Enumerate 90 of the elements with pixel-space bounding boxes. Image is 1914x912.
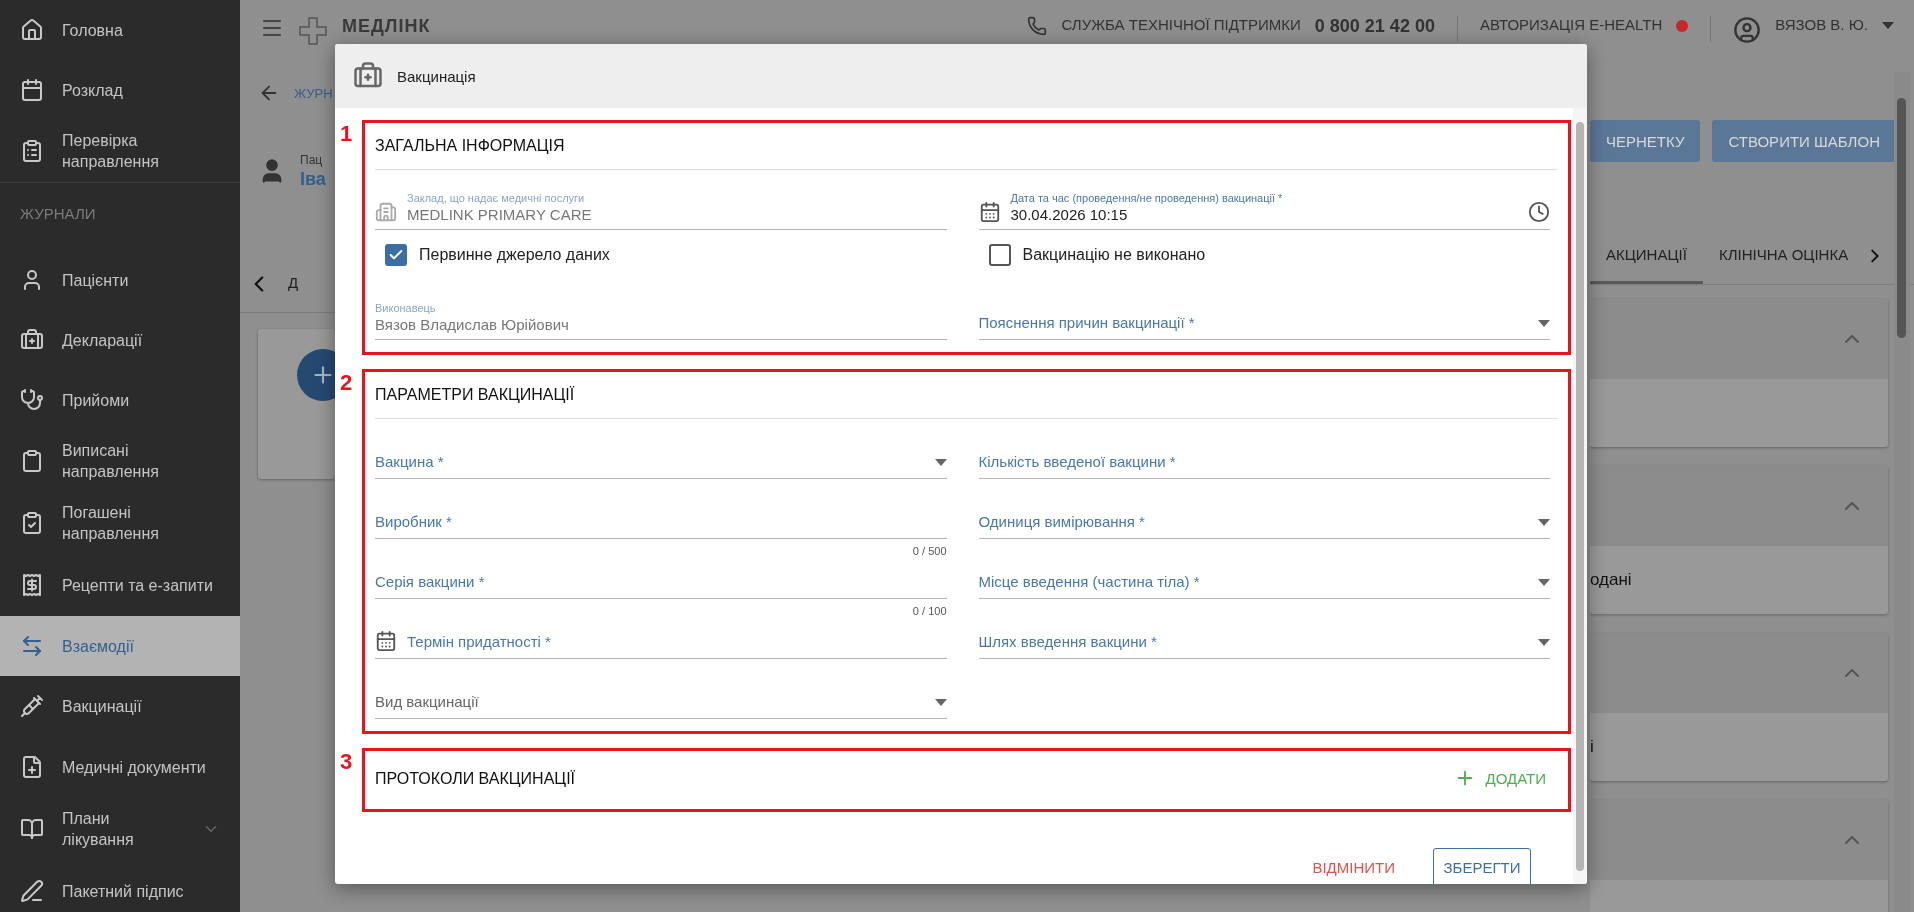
support-phone: 0 800 21 42 00 [1314,16,1435,37]
section-title: ЗАГАЛЬНА ІНФОРМАЦІЯ [375,123,1558,170]
select-field[interactable]: Вакцина * [375,439,947,479]
clock-icon[interactable] [1528,201,1550,223]
checkbox-label: Первинне джерело даних [419,246,610,264]
logo: МЕДЛІНК [342,16,431,37]
stethoscope-icon [20,388,44,412]
clipboard-icon [20,449,44,473]
cancel-button[interactable]: ВІДМІНИТИ [1304,849,1403,884]
input-field[interactable]: Виробник * [375,499,947,539]
section-number: 1 [340,121,353,147]
patient-name: Іва [300,168,327,190]
patient-label: Пац [300,152,324,167]
calendar-icon [978,201,1001,223]
field-label: Виконавець [375,302,437,314]
dropdown-arrow-icon [934,459,947,466]
field-value: Вязов Владислав Юрійович [375,316,570,333]
background-button[interactable]: ЧЕРНЕТКУ [1590,120,1701,162]
field-value: MEDLINK PRIMARY CARE [407,206,593,223]
dropdown-arrow-icon [1538,519,1550,526]
field-label: Заклад, що надає медичні послуги [407,192,586,204]
field-label: Дата та час (проведення/не проведення) вакцинації * [1010,192,1284,204]
avatar-icon[interactable] [1733,16,1762,44]
medical-case-icon [20,328,44,352]
caret-icon[interactable] [1882,22,1894,29]
sidebar-item[interactable]: Розклад [0,60,240,120]
input-field[interactable]: Серія вакцини * [375,559,947,599]
card-text: одані [1590,570,1632,590]
syringe-icon [20,694,44,718]
section-number: 2 [340,370,353,396]
select-field[interactable]: Шлях введення вакцини * [978,619,1550,659]
arrows-icon [20,634,44,658]
character-counter: 0 / 500 [912,545,947,557]
book-icon [20,817,44,841]
sidebar-item[interactable]: Декларації [0,310,240,370]
section-title: ПРОТОКОЛИ ВАКЦИНАЦІЇ [375,769,576,788]
sidebar-item[interactable]: Головна [0,0,240,60]
background-button[interactable]: СТВОРИТИ ШАБЛОН [1712,120,1896,162]
logo-icon [298,16,328,46]
user-menu[interactable]: ВЯЗОВ В. Ю. [1775,16,1868,33]
building-icon [375,201,397,223]
receipt-icon [20,573,44,597]
sidebar-item[interactable]: Медичні документи [0,736,240,798]
document-plus-icon [20,755,44,779]
sidebar-item[interactable]: Виписані направлення [0,430,240,492]
sidebar-item[interactable]: Вакцинації [0,676,240,736]
sidebar-item[interactable]: Погашені направлення [0,492,240,554]
checkbox-label: Вакцинацію не виконано [1022,246,1206,264]
sidebar-item[interactable]: Рецепти та е-запити [0,554,240,616]
save-button[interactable]: ЗБЕРЕГТИ [1433,848,1531,884]
tab[interactable]: КЛІНІЧНА ОЦІНКА [1702,228,1865,284]
dropdown-arrow-icon [1538,639,1550,646]
clipboard-icon [20,139,44,163]
card-text: і [1590,737,1594,757]
calendar-icon [20,78,44,102]
ehealth-status: АВТОРИЗАЦІЯ E-HEALTH [1479,16,1663,33]
sidebar-item[interactable]: Прийоми [0,370,240,430]
checkbox[interactable]: Первинне джерело даних [375,230,947,280]
tab[interactable]: АКЦИНАЦІЇ [1590,228,1703,284]
date-field[interactable]: Термін придатності * [375,619,947,659]
select-field[interactable]: Пояснення причин вакцинації * [978,300,1550,340]
character-counter: 0 / 100 [912,605,947,617]
pen-icon [20,879,44,903]
dropdown-arrow-icon [1538,320,1550,327]
support-label: СЛУЖБА ТЕХНІЧНОЇ ПІДТРИМКИ [1061,16,1301,33]
sidebar-item[interactable]: Взаємодії [0,616,240,676]
sidebar-item[interactable]: Перевірка направлення [0,120,240,182]
clipboard-check-icon [20,511,44,535]
home-icon [20,18,44,42]
section-title: ПАРАМЕТРИ ВАКЦИНАЦІЇ [375,372,1558,419]
select-field[interactable]: Місце введення (частина тіла) * [978,559,1550,599]
select-field[interactable]: Одиниця вимірювання * [978,499,1550,539]
dialog-title: Вакцинація [397,67,476,85]
section-heading: ЖУРНАЛИ [0,182,240,250]
section-number: 3 [340,749,353,775]
checkbox[interactable]: Вакцинацію не виконано [978,230,1550,280]
phone-icon [1027,16,1048,36]
select-field[interactable]: Вид вакцинації [375,679,947,719]
tab[interactable]: Д [272,256,315,312]
sidebar-item[interactable]: Пакетний підпис [0,860,240,912]
checkbox-checked-icon [385,244,407,266]
sidebar-item[interactable]: Плани лікування [0,798,240,860]
input-field[interactable]: Кількість введеної вакцини * [978,439,1550,479]
checkbox-empty-icon [988,244,1011,266]
field-value: 30.04.2026 10:15 [1010,206,1129,223]
sidebar-item[interactable]: Пацієнти [0,250,240,310]
add-button[interactable]: ДОДАТИ [1441,759,1558,797]
calendar-icon [375,630,397,652]
dropdown-arrow-icon [1538,579,1550,586]
dropdown-arrow-icon [934,699,947,706]
